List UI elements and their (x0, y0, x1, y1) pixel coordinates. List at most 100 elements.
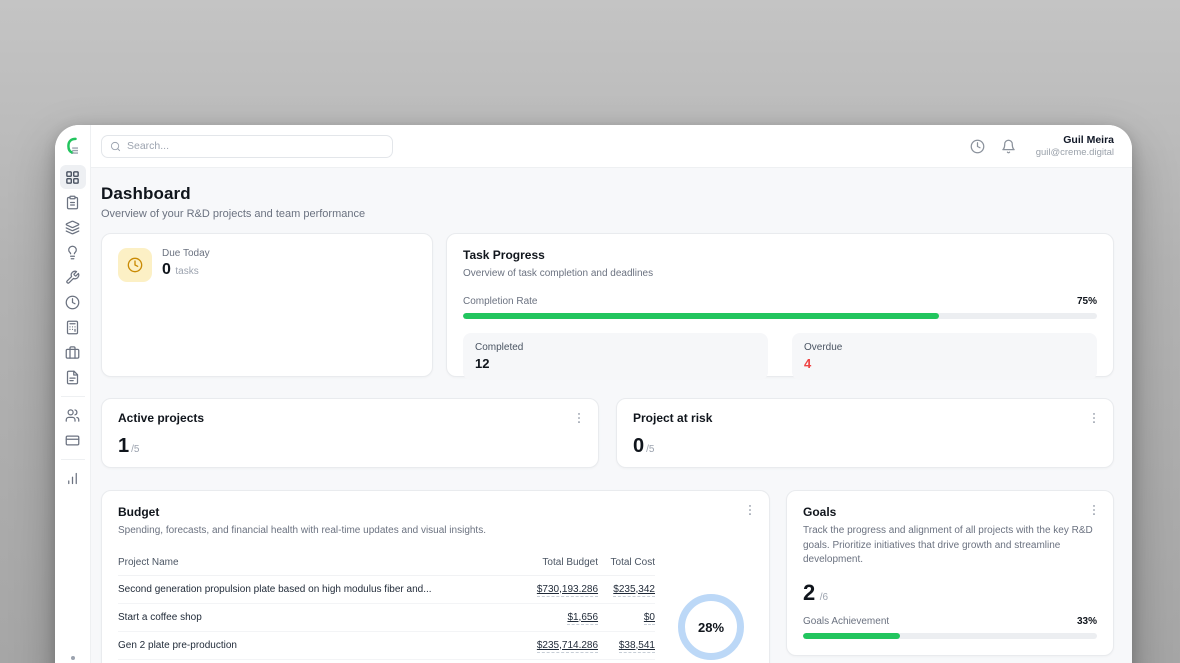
sidebar-footer: V1.0 (55, 656, 90, 663)
topbar-right: Guil Meira guil@creme.digital (970, 134, 1114, 159)
clock-icon (65, 295, 80, 310)
goals-total: /6 (820, 592, 828, 603)
card-title: Active projects (118, 411, 582, 425)
col-total-budget: Total Budget (520, 551, 598, 576)
kebab-menu-icon[interactable] (743, 503, 757, 517)
goals-card: Goals Track the progress and alignment o… (786, 490, 1114, 656)
table-row[interactable]: Second generation propulsion plate based… (118, 575, 655, 603)
sidebar-item-ideas[interactable] (60, 240, 86, 264)
row-summary: Due Today 0 tasks Task Progress Overview… (101, 233, 1114, 377)
calculator-icon (65, 320, 80, 335)
project-at-risk-total: /5 (646, 444, 654, 455)
user-menu[interactable]: Guil Meira guil@creme.digital (1036, 134, 1114, 159)
page-subtitle: Overview of your R&D projects and team p… (101, 208, 1114, 220)
budget-table: Project Name Total Budget Total Cost Sec… (118, 551, 655, 663)
project-name: Creighton Beryllium mine project (118, 659, 520, 663)
completion-progress-track (463, 313, 1097, 319)
sidebar-divider (61, 459, 85, 460)
table-row[interactable]: Start a coffee shop $1,656 $0 (118, 603, 655, 631)
col-project-name: Project Name (118, 551, 520, 576)
content: Dashboard Overview of your R&D projects … (91, 168, 1132, 663)
budget-usage-ring: 28% (678, 594, 744, 660)
lightbulb-icon (65, 245, 80, 260)
sidebar-item-billing[interactable] (60, 428, 86, 452)
goals-value: 2 (803, 580, 815, 605)
clipboard-icon (65, 195, 80, 210)
goals-progress-fill (803, 633, 900, 639)
page-title: Dashboard (101, 184, 1114, 204)
table-row[interactable]: Gen 2 plate pre-production $235,714.286 … (118, 631, 655, 659)
credit-card-icon (65, 433, 80, 448)
search-icon (110, 141, 121, 152)
active-projects-card: Active projects 1/5 (101, 398, 599, 468)
due-today-card: Due Today 0 tasks (101, 233, 433, 377)
sidebar-item-portfolio[interactable] (60, 340, 86, 364)
grid-icon (65, 170, 80, 185)
card-subtitle: Overview of task completion and deadline… (463, 267, 1097, 282)
due-today-unit: tasks (175, 266, 198, 277)
sidebar-item-tasks[interactable] (60, 190, 86, 214)
project-name: Second generation propulsion plate based… (118, 575, 520, 603)
total-cost-value[interactable]: $38,541 (619, 640, 655, 653)
sidebar-item-time[interactable] (60, 290, 86, 314)
total-cost-value[interactable]: $0 (644, 612, 655, 625)
sidebar-item-documents[interactable] (60, 365, 86, 389)
goals-progress-track (803, 633, 1097, 639)
sidebar-item-dashboard[interactable] (60, 165, 86, 189)
task-progress-card: Task Progress Overview of task completio… (446, 233, 1114, 377)
active-projects-total: /5 (131, 444, 139, 455)
app-window: V1.0 Guil Meira guil@creme.digital Dashb… (55, 125, 1132, 663)
kebab-menu-icon[interactable] (1087, 411, 1101, 425)
project-at-risk-value: 0 (633, 435, 644, 457)
due-today-value: 0 tasks (162, 261, 210, 279)
completed-stat-box: Completed 12 (463, 333, 768, 380)
total-budget-value[interactable]: $1,656 (567, 612, 598, 625)
row-budget-goals: Budget Spending, forecasts, and financia… (101, 490, 1114, 663)
overdue-stat-box: Overdue 4 (792, 333, 1097, 380)
clock-icon[interactable] (970, 139, 985, 154)
user-email: guil@creme.digital (1036, 147, 1114, 159)
bar-chart-icon (65, 471, 80, 486)
wrench-icon (65, 270, 80, 285)
project-name: Start a coffee shop (118, 603, 520, 631)
kebab-menu-icon[interactable] (1087, 503, 1101, 517)
row-counts: Active projects 1/5 Project at risk 0/5 (101, 398, 1114, 468)
user-name: Guil Meira (1036, 134, 1114, 147)
main-area: Guil Meira guil@creme.digital Dashboard … (91, 125, 1132, 663)
search-input[interactable] (127, 140, 384, 152)
total-budget-value[interactable]: $730,193.286 (537, 584, 598, 597)
kebab-menu-icon[interactable] (572, 411, 586, 425)
sidebar-item-projects[interactable] (60, 215, 86, 239)
sidebar-item-analytics[interactable] (60, 466, 86, 490)
goals-achievement-label: Goals Achievement (803, 616, 889, 627)
sidebar: V1.0 (55, 125, 91, 663)
sidebar-item-calculator[interactable] (60, 315, 86, 339)
card-title: Budget (118, 505, 753, 519)
top-bar: Guil Meira guil@creme.digital (91, 125, 1132, 168)
briefcase-icon (65, 345, 80, 360)
layers-icon (65, 220, 80, 235)
total-cost-value[interactable]: $235,342 (613, 584, 655, 597)
completion-progress-fill (463, 313, 939, 319)
completion-rate-label: Completion Rate (463, 296, 537, 307)
card-subtitle: Spending, forecasts, and financial healt… (118, 524, 753, 539)
sidebar-item-tools[interactable] (60, 265, 86, 289)
bell-icon[interactable] (1001, 139, 1016, 154)
completed-label: Completed (475, 342, 756, 353)
project-name: Gen 2 plate pre-production (118, 631, 520, 659)
search-box[interactable] (101, 135, 393, 158)
clock-icon (127, 257, 143, 273)
overdue-value: 4 (804, 356, 1085, 371)
sidebar-item-team[interactable] (60, 403, 86, 427)
project-at-risk-card: Project at risk 0/5 (616, 398, 1114, 468)
creme-logo-icon (63, 135, 83, 157)
due-today-icon-box (118, 248, 152, 282)
completion-rate-value: 75% (1077, 296, 1097, 307)
table-row[interactable]: Creighton Beryllium mine project $0 $0 (118, 659, 655, 663)
completed-value: 12 (475, 356, 756, 371)
col-total-cost: Total Cost (598, 551, 655, 576)
budget-usage-pct: 28% (698, 620, 724, 635)
goals-achievement-value: 33% (1077, 616, 1097, 627)
total-budget-value[interactable]: $235,714.286 (537, 640, 598, 653)
users-icon (65, 408, 80, 423)
